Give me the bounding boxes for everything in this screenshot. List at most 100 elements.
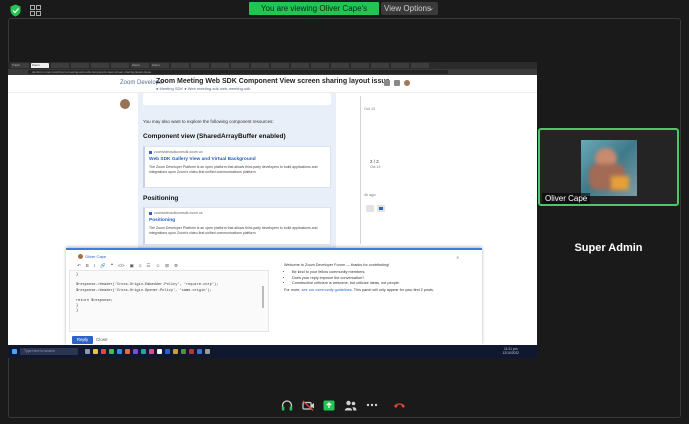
toolbar-button[interactable]: ⊞ [165, 263, 169, 269]
browser-tab[interactable] [191, 63, 209, 68]
forum-header: Zoom Developer Zoom Meeting Web SDK Comp… [8, 75, 537, 93]
browser-tab[interactable] [111, 63, 129, 68]
guidelines-link[interactable]: see our community guidelines [302, 288, 352, 292]
card-source-label: zoomvideosdkcomsdk.zoom.us [154, 211, 203, 215]
browser-tab[interactable] [291, 63, 309, 68]
welcome-tip: Constructive criticism is welcome, but c… [292, 281, 470, 286]
zoom-app-icon[interactable] [165, 349, 170, 354]
browser-tab[interactable]: Zoom [131, 63, 149, 68]
participant-tile-active[interactable]: Oliver Cape [538, 128, 679, 206]
composer-toolbar: ↶ B I 🔗 ❝ </> ▣ ≡ ☰ ☺ ⊞ ⚙ [69, 262, 269, 269]
toolbar-button[interactable]: B [86, 263, 89, 268]
card-title-link[interactable]: Web SDK Gallery View and Virtual Backgro… [149, 157, 326, 162]
app-icon[interactable] [109, 349, 114, 354]
search-icon[interactable] [384, 80, 390, 86]
editor-scrollbar[interactable] [262, 286, 264, 308]
reply-button[interactable]: Reply [72, 336, 93, 344]
topic-timeline[interactable] [360, 96, 361, 244]
browser-tab[interactable]: Trash [11, 63, 29, 68]
browser-tab[interactable] [371, 63, 389, 68]
breadcrumb[interactable]: ● Meeting SDK ● Web meeting-sdk web-meet… [156, 86, 250, 91]
welcome-panel: Welcome to Zoom Developer Forum — thanks… [284, 263, 470, 329]
view-options-button[interactable]: View Options ⌄ [381, 2, 438, 15]
task-view-icon[interactable] [85, 349, 90, 354]
site-favicon-icon [149, 211, 152, 215]
leave-call-icon[interactable] [392, 399, 406, 411]
browser-tab[interactable] [231, 63, 249, 68]
notification-bell-icon[interactable] [377, 205, 385, 212]
card-source: zoomvideosdkcomsdk.zoom.us [149, 150, 326, 154]
app-icon[interactable] [197, 349, 202, 354]
participants-icon[interactable] [343, 399, 357, 411]
browser-tab[interactable] [51, 63, 69, 68]
section-heading: Positioning [143, 195, 179, 202]
toolbar-button[interactable]: ❝ [111, 263, 113, 269]
video-off-icon[interactable] [301, 399, 315, 411]
card-description: The Zoom Developer Platform is an open p… [149, 165, 318, 174]
share-screen-icon[interactable] [322, 399, 336, 411]
browser-tab[interactable] [211, 63, 229, 68]
more-icon[interactable] [365, 399, 379, 411]
toolbar-button[interactable]: 🔗 [100, 263, 106, 269]
toolbar-button[interactable]: ≡ [139, 263, 142, 268]
timeline-count: 2 / 2 [370, 159, 379, 164]
browser-tab[interactable]: Zoom [151, 63, 169, 68]
card-title-link[interactable]: Positioning [149, 218, 326, 223]
video-blob [611, 176, 629, 190]
browser-tab[interactable] [351, 63, 369, 68]
reply-target[interactable]: Oliver Cape [78, 254, 106, 259]
toolbar-button[interactable]: ▣ [130, 263, 134, 269]
browser-tab[interactable] [411, 63, 429, 68]
app-icon[interactable] [173, 349, 178, 354]
welcome-tips: Be kind to your fellow community members… [284, 270, 470, 286]
app-icon[interactable] [181, 349, 186, 354]
link-preview-card[interactable]: zoomvideosdkcomsdk.zoom.us Web SDK Galle… [143, 146, 331, 188]
app-icon[interactable] [101, 349, 106, 354]
participant-name: Super Admin [574, 242, 643, 254]
browser-tab[interactable]: Zoom [31, 63, 49, 68]
browser-tab[interactable] [71, 63, 89, 68]
toolbar-button[interactable]: ☺ [156, 263, 161, 268]
section-heading: Component view (SharedArrayBuffer enable… [143, 133, 286, 140]
toolbar-button[interactable]: ⚙ [174, 263, 178, 269]
browser-tab[interactable] [311, 63, 329, 68]
taskbar-search[interactable]: Type here to search [20, 348, 78, 355]
menu-icon[interactable] [394, 80, 400, 86]
close-icon[interactable]: ✕ [456, 255, 459, 260]
reply-editor[interactable]: } $response->header('Cross-Origin-Embedd… [69, 270, 269, 332]
app-icon[interactable] [125, 349, 130, 354]
app-icon[interactable] [133, 349, 138, 354]
participant-tile[interactable]: Super Admin [538, 212, 679, 290]
card-source-label: zoomvideosdkcomsdk.zoom.us [154, 150, 203, 154]
toolbar-button[interactable]: </> [118, 263, 125, 268]
gallery-layout-icon[interactable] [30, 5, 41, 16]
reply-icon[interactable] [366, 205, 374, 212]
link-preview-card[interactable]: zoomvideosdkcomsdk.zoom.us Positioning T… [143, 207, 331, 245]
browser-tab[interactable] [391, 63, 409, 68]
app-icon[interactable] [141, 349, 146, 354]
app-icon[interactable] [149, 349, 154, 354]
security-shield-icon[interactable] [10, 4, 21, 17]
close-button[interactable]: Close [96, 336, 108, 344]
toolbar-button[interactable]: ↶ [77, 263, 81, 269]
user-avatar[interactable] [404, 80, 410, 86]
browser-tab[interactable] [271, 63, 289, 68]
chrome-icon[interactable] [157, 349, 162, 354]
app-icon[interactable] [117, 349, 122, 354]
poster-avatar[interactable] [120, 99, 130, 109]
toolbar-button[interactable]: ☰ [147, 263, 151, 269]
browser-tab[interactable] [171, 63, 189, 68]
file-explorer-icon[interactable] [93, 349, 98, 354]
clock-date: 12/10/2022 [502, 351, 519, 355]
browser-tab[interactable] [331, 63, 349, 68]
headphones-icon[interactable] [280, 399, 294, 411]
zoom-window: You are viewing Oliver Cape's screen Vie… [0, 0, 689, 424]
app-icon[interactable] [205, 349, 210, 354]
app-icon[interactable] [189, 349, 194, 354]
browser-tab[interactable] [251, 63, 269, 68]
taskbar-clock[interactable]: 11:21 pm 12/10/2022 [502, 347, 519, 355]
url-input[interactable]: devforum.zoom.us/t/zoom-meeting-web-sdk-… [28, 70, 448, 74]
toolbar-button[interactable]: I [94, 263, 95, 268]
browser-tab[interactable] [91, 63, 109, 68]
windows-start-icon[interactable] [12, 349, 17, 354]
